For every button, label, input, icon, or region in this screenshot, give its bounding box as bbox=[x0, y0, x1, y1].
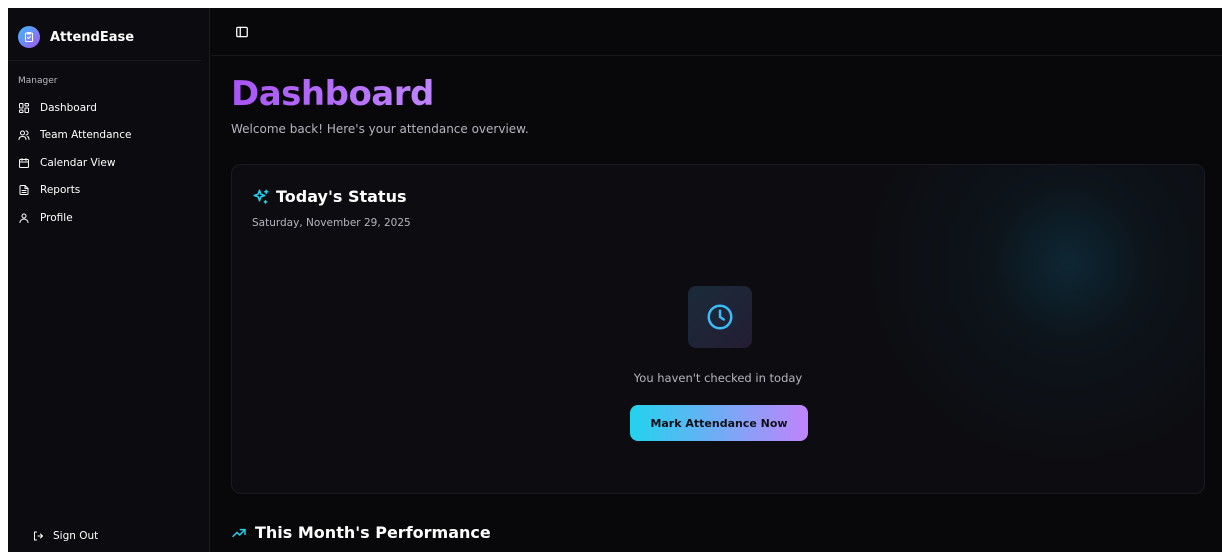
log-out-icon bbox=[34, 531, 43, 541]
sidebar: AttendEase Manager Dashboard Team Attend… bbox=[8, 8, 210, 552]
todays-status-card: Today's Status Saturday, November 29, 20… bbox=[231, 164, 1205, 494]
users-icon bbox=[18, 130, 30, 141]
main-content: Dashboard Welcome back! Here's your atte… bbox=[211, 8, 1222, 552]
performance-heading: This Month's Performance bbox=[231, 523, 491, 542]
card-title-text: Today's Status bbox=[276, 187, 407, 206]
sidebar-item-team-attendance[interactable]: Team Attendance bbox=[18, 122, 201, 150]
card-title: Today's Status bbox=[252, 187, 407, 206]
sidebar-item-label: Reports bbox=[40, 184, 81, 197]
sidebar-nav: Dashboard Team Attendance Calendar View bbox=[18, 94, 201, 232]
brand-divider bbox=[8, 60, 201, 61]
performance-heading-text: This Month's Performance bbox=[255, 523, 491, 542]
sidebar-item-label: Dashboard bbox=[40, 101, 97, 114]
mark-attendance-button[interactable]: Mark Attendance Now bbox=[630, 405, 808, 441]
user-icon bbox=[19, 213, 29, 223]
page-subtitle: Welcome back! Here's your attendance ove… bbox=[231, 122, 529, 136]
trending-up-icon bbox=[232, 528, 246, 537]
calendar-icon bbox=[19, 157, 29, 168]
clock-badge bbox=[688, 286, 752, 348]
sidebar-item-label: Profile bbox=[40, 211, 73, 224]
file-icon bbox=[19, 185, 29, 196]
sign-out-label: Sign Out bbox=[53, 530, 99, 542]
clock-icon bbox=[707, 304, 733, 330]
dashboard-icon bbox=[19, 102, 29, 113]
clipboard-check-icon bbox=[18, 26, 40, 48]
sign-out-button[interactable]: Sign Out bbox=[32, 530, 98, 542]
sidebar-item-calendar-view[interactable]: Calendar View bbox=[18, 149, 201, 177]
sidebar-item-reports[interactable]: Reports bbox=[18, 177, 201, 205]
check-in-status-message: You haven't checked in today bbox=[633, 371, 803, 385]
sidebar-section-label: Manager bbox=[18, 76, 58, 86]
brand[interactable]: AttendEase bbox=[18, 22, 134, 52]
sparkles-icon bbox=[253, 189, 269, 204]
sidebar-item-profile[interactable]: Profile bbox=[18, 204, 201, 232]
app-window: AttendEase Manager Dashboard Team Attend… bbox=[8, 8, 1222, 552]
sidebar-item-label: Team Attendance bbox=[40, 129, 132, 142]
status-date: Saturday, November 29, 2025 bbox=[252, 217, 411, 229]
top-bar bbox=[211, 8, 1222, 56]
brand-name: AttendEase bbox=[50, 29, 135, 45]
sidebar-item-dashboard[interactable]: Dashboard bbox=[18, 94, 201, 122]
sidebar-toggle-icon[interactable] bbox=[235, 25, 249, 39]
sidebar-item-label: Calendar View bbox=[40, 156, 116, 169]
page-title: Dashboard bbox=[231, 74, 434, 114]
